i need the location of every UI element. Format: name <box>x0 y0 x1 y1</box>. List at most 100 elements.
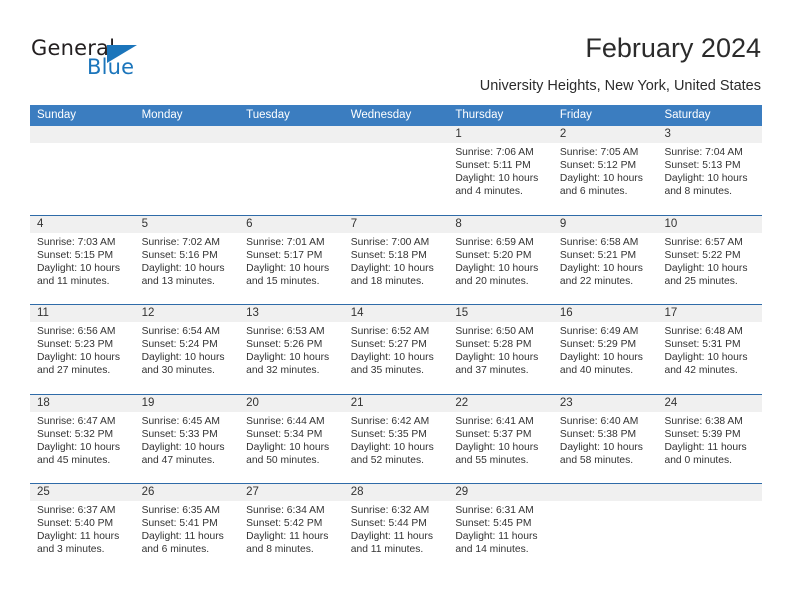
sunrise-text: Sunrise: 6:52 AM <box>350 326 430 337</box>
calendar-day-cell[interactable]: 15 Sunrise: 6:50 AM Sunset: 5:28 PM Dayligh… <box>448 305 553 394</box>
weekday-header-sunday: Sunday <box>37 109 77 121</box>
calendar-day-cell[interactable]: 10 Sunrise: 6:57 AM Sunset: 5:22 PM Dayligh… <box>657 215 763 304</box>
calendar-day-cell[interactable]: 4 Sunrise: 7:03 AM Sunset: 5:15 PM Daylight… <box>30 215 135 304</box>
daylight-text: Daylight: 11 hours and 0 minutes. <box>664 441 747 466</box>
day-number: 13 <box>239 305 344 322</box>
daylight-text: Daylight: 10 hours and 4 minutes. <box>455 173 539 198</box>
calendar-day-cell[interactable]: 1 Sunrise: 7:06 AM Sunset: 5:11 PM Daylight… <box>448 126 553 215</box>
calendar-day-cell[interactable]: 2 Sunrise: 7:05 AM Sunset: 5:12 PM Daylight… <box>552 126 658 215</box>
daylight-text: Daylight: 10 hours and 37 minutes. <box>455 352 539 377</box>
page-header: General Blue February 2024 University He… <box>0 0 792 100</box>
sunrise-text: Sunrise: 7:05 AM <box>559 147 639 158</box>
sunset-text: Sunset: 5:35 PM <box>350 428 427 440</box>
day-number: 26 <box>134 484 240 501</box>
day-number: 10 <box>657 215 763 233</box>
sunset-text: Sunset: 5:12 PM <box>559 160 637 172</box>
sunrise-text: Sunrise: 7:04 AM <box>664 147 743 158</box>
calendar-day-cell[interactable]: 29 Sunrise: 6:31 AM Sunset: 5:45 PM Dayligh… <box>448 484 553 573</box>
sunset-text: Sunset: 5:28 PM <box>455 339 532 351</box>
day-number: 29 <box>448 484 553 501</box>
calendar-day-cell[interactable]: 19 Sunrise: 6:45 AM Sunset: 5:33 PM Dayligh… <box>134 394 240 483</box>
calendar-day-cell[interactable]: 9 Sunrise: 6:58 AM Sunset: 5:21 PM Daylight… <box>552 215 658 304</box>
day-sun-info: Sunrise: 6:35 AM Sunset: 5:41 PM Daylight:… <box>135 501 240 556</box>
daylight-text: Daylight: 10 hours and 52 minutes. <box>350 441 434 466</box>
daylight-text: Daylight: 10 hours and 45 minutes. <box>37 441 120 466</box>
sunrise-text: Sunrise: 6:48 AM <box>664 326 743 337</box>
day-sun-info: Sunrise: 6:42 AM Sunset: 5:35 PM Daylight:… <box>344 412 449 467</box>
day-number: 17 <box>657 305 763 322</box>
day-sun-info: Sunrise: 6:45 AM Sunset: 5:33 PM Daylight:… <box>135 412 240 467</box>
calendar-day-cell[interactable]: 5 Sunrise: 7:02 AM Sunset: 5:16 PM Daylight… <box>134 215 240 304</box>
general-blue-logo: General Blue <box>31 36 211 82</box>
sunset-text: Sunset: 5:37 PM <box>455 428 532 440</box>
logo-text-blue: Blue <box>87 55 135 79</box>
day-number: 4 <box>30 215 135 233</box>
day-number: 3 <box>657 126 763 143</box>
day-number: 6 <box>239 215 344 233</box>
sunset-text: Sunset: 5:21 PM <box>559 249 637 261</box>
day-sun-info: Sunrise: 6:48 AM Sunset: 5:31 PM Daylight:… <box>657 322 762 377</box>
sunrise-text: Sunrise: 6:31 AM <box>455 505 534 516</box>
day-number: 2 <box>552 126 658 143</box>
daylight-text: Daylight: 11 hours and 11 minutes. <box>350 531 433 556</box>
sunrise-text: Sunrise: 6:44 AM <box>246 415 325 427</box>
calendar-day-cell[interactable]: 13 Sunrise: 6:53 AM Sunset: 5:26 PM Dayligh… <box>239 305 344 394</box>
page-title: February 2024 <box>585 33 761 63</box>
daylight-text: Daylight: 10 hours and 58 minutes. <box>559 441 643 466</box>
daylight-text: Daylight: 10 hours and 42 minutes. <box>664 352 748 377</box>
calendar-day-cell[interactable]: 14 Sunrise: 6:52 AM Sunset: 5:27 PM Dayligh… <box>343 305 449 394</box>
day-number: 16 <box>552 305 658 322</box>
sunset-text: Sunset: 5:29 PM <box>559 339 637 351</box>
sunrise-text: Sunrise: 7:03 AM <box>37 236 116 248</box>
sunset-text: Sunset: 5:38 PM <box>559 428 637 440</box>
daylight-text: Daylight: 10 hours and 40 minutes. <box>559 352 643 377</box>
daylight-text: Daylight: 10 hours and 11 minutes. <box>37 262 120 287</box>
day-number <box>343 126 449 143</box>
day-sun-info: Sunrise: 6:40 AM Sunset: 5:38 PM Daylight:… <box>553 412 658 467</box>
day-sun-info: Sunrise: 7:00 AM Sunset: 5:18 PM Daylight:… <box>344 233 449 288</box>
calendar-day-cell[interactable]: 22 Sunrise: 6:41 AM Sunset: 5:37 PM Dayligh… <box>448 394 553 483</box>
calendar-day-cell[interactable]: 7 Sunrise: 7:00 AM Sunset: 5:18 PM Daylight… <box>343 215 449 304</box>
calendar-day-cell[interactable]: 28 Sunrise: 6:32 AM Sunset: 5:44 PM Dayligh… <box>343 484 449 573</box>
day-number: 21 <box>343 394 449 412</box>
calendar-day-cell[interactable]: 18 Sunrise: 6:47 AM Sunset: 5:32 PM Dayligh… <box>30 394 135 483</box>
calendar-day-cell[interactable]: 6 Sunrise: 7:01 AM Sunset: 5:17 PM Daylight… <box>239 215 344 304</box>
day-number: 12 <box>134 305 240 322</box>
calendar-day-cell[interactable]: 21 Sunrise: 6:42 AM Sunset: 5:35 PM Dayligh… <box>343 394 449 483</box>
day-sun-info: Sunrise: 6:32 AM Sunset: 5:44 PM Daylight:… <box>344 501 449 556</box>
day-number: 27 <box>239 484 344 501</box>
sunrise-text: Sunrise: 6:32 AM <box>350 505 430 516</box>
calendar-day-cell[interactable]: 20 Sunrise: 6:44 AM Sunset: 5:34 PM Dayligh… <box>239 394 344 483</box>
calendar-day-cell[interactable]: 25 Sunrise: 6:37 AM Sunset: 5:40 PM Dayligh… <box>30 484 135 573</box>
calendar-empty-cell <box>239 126 344 215</box>
calendar-day-cell[interactable]: 8 Sunrise: 6:59 AM Sunset: 5:20 PM Daylight… <box>448 215 553 304</box>
sunrise-text: Sunrise: 7:06 AM <box>455 147 534 158</box>
weekday-header-tuesday: Tuesday <box>246 109 290 121</box>
calendar-weeks: 1 Sunrise: 7:06 AM Sunset: 5:11 PM Daylight… <box>30 126 763 573</box>
day-number <box>552 484 658 501</box>
calendar-day-cell[interactable]: 12 Sunrise: 6:54 AM Sunset: 5:24 PM Dayligh… <box>134 305 240 394</box>
day-sun-info: Sunrise: 6:59 AM Sunset: 5:20 PM Daylight:… <box>448 233 553 288</box>
calendar-day-cell[interactable]: 16 Sunrise: 6:49 AM Sunset: 5:29 PM Dayligh… <box>552 305 658 394</box>
sunrise-text: Sunrise: 6:49 AM <box>559 326 639 337</box>
day-number: 20 <box>239 394 344 412</box>
calendar-day-cell[interactable]: 27 Sunrise: 6:34 AM Sunset: 5:42 PM Dayligh… <box>239 484 344 573</box>
day-number <box>657 484 763 501</box>
calendar-day-cell[interactable]: 23 Sunrise: 6:40 AM Sunset: 5:38 PM Dayligh… <box>552 394 658 483</box>
day-number: 24 <box>657 394 763 412</box>
calendar-day-cell[interactable]: 24 Sunrise: 6:38 AM Sunset: 5:39 PM Dayligh… <box>657 394 763 483</box>
day-number: 22 <box>448 394 553 412</box>
calendar-day-cell[interactable]: 17 Sunrise: 6:48 AM Sunset: 5:31 PM Dayligh… <box>657 305 763 394</box>
daylight-text: Daylight: 10 hours and 47 minutes. <box>141 441 225 466</box>
sunrise-text: Sunrise: 6:35 AM <box>141 505 220 516</box>
day-sun-info: Sunrise: 6:50 AM Sunset: 5:28 PM Daylight:… <box>448 322 553 377</box>
day-sun-info: Sunrise: 6:56 AM Sunset: 5:23 PM Daylight:… <box>30 322 135 377</box>
calendar-day-cell[interactable]: 26 Sunrise: 6:35 AM Sunset: 5:41 PM Dayligh… <box>134 484 240 573</box>
calendar-day-cell[interactable]: 11 Sunrise: 6:56 AM Sunset: 5:23 PM Dayligh… <box>30 305 135 394</box>
day-number: 1 <box>448 126 553 143</box>
daylight-text: Daylight: 10 hours and 20 minutes. <box>455 262 539 287</box>
day-sun-info: Sunrise: 6:54 AM Sunset: 5:24 PM Daylight:… <box>135 322 240 377</box>
calendar-day-cell[interactable]: 3 Sunrise: 7:04 AM Sunset: 5:13 PM Daylight… <box>657 126 763 215</box>
daylight-text: Daylight: 11 hours and 8 minutes. <box>246 531 329 556</box>
daylight-text: Daylight: 10 hours and 32 minutes. <box>246 352 330 377</box>
